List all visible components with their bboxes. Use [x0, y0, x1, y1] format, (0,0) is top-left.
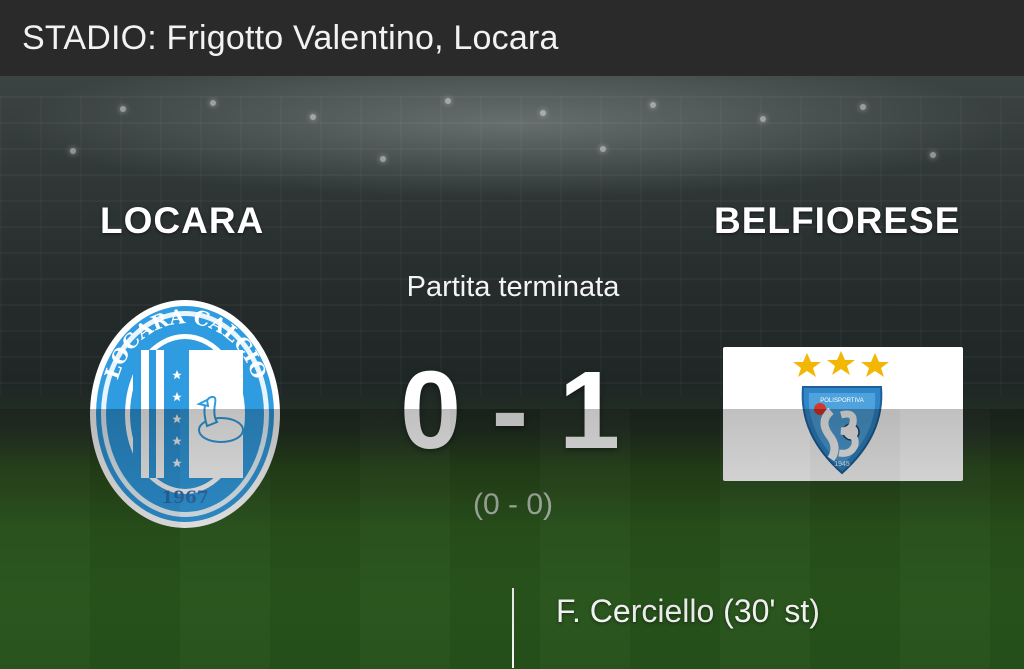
- away-team-name[interactable]: BELFIORESE: [714, 200, 960, 242]
- stadium-header: STADIO: Frigotto Valentino, Locara: [0, 0, 1024, 76]
- svg-text:1945: 1945: [834, 461, 850, 468]
- final-score: 0 - 1: [399, 349, 621, 472]
- match-status: Partita terminata: [406, 271, 620, 303]
- away-scorer: F. Cerciello (30' st): [556, 593, 820, 629]
- locara-calcio-crest-icon: LOCARA CALCIO 1967: [90, 300, 280, 528]
- halftime-score: (0 - 0): [472, 488, 553, 521]
- belfiorese-crest-icon: POLISPORTIVA 1945: [793, 351, 889, 475]
- home-team-logo[interactable]: LOCARA CALCIO 1967: [89, 298, 282, 530]
- away-team-logo[interactable]: POLISPORTIVA 1945: [723, 347, 963, 481]
- home-team-name[interactable]: LOCARA: [100, 200, 264, 242]
- scorers-divider: [512, 588, 514, 668]
- match-scoreboard: LOCARA BELFIORESE LOCARA CALCIO 1967 POL…: [0, 76, 1024, 669]
- svg-text:POLISPORTIVA: POLISPORTIVA: [820, 398, 863, 404]
- stadium-name: STADIO: Frigotto Valentino, Locara: [22, 18, 559, 57]
- home-logo-year: 1967: [161, 488, 208, 508]
